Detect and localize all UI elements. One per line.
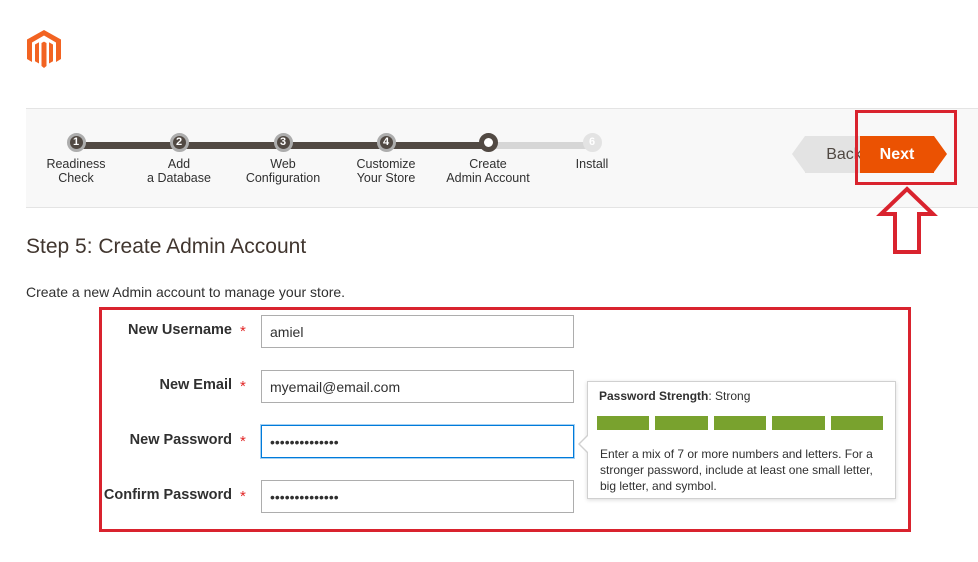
strength-segment xyxy=(830,416,884,430)
strength-segment xyxy=(597,416,650,430)
step-label: Readiness Check xyxy=(46,157,106,185)
password-strength-heading: Password Strength: Strong xyxy=(599,389,750,403)
next-button-highlight xyxy=(855,110,957,185)
step-marker: 4 xyxy=(376,133,396,152)
step-label: Install xyxy=(575,157,609,171)
step-create-admin-account: Create Admin Account xyxy=(428,133,548,185)
password-strength-meter xyxy=(597,416,884,430)
username-input[interactable] xyxy=(261,315,574,348)
confirm-password-input[interactable] xyxy=(261,480,574,513)
step-add-database: 2 Add a Database xyxy=(119,133,239,185)
step-label: Create Admin Account xyxy=(446,157,530,185)
up-arrow-annotation-icon xyxy=(876,186,938,254)
step-readiness-check: 1 Readiness Check xyxy=(16,133,136,185)
step-marker: 6 xyxy=(582,133,602,152)
email-row: New Email * xyxy=(100,370,580,404)
required-marker: * xyxy=(240,323,246,340)
strength-segment xyxy=(655,416,708,430)
confirm-password-row: Confirm Password * xyxy=(100,480,580,514)
step-label: Web Configuration xyxy=(245,157,321,185)
password-row: New Password * xyxy=(100,425,580,459)
step-marker-current xyxy=(478,133,498,152)
password-strength-label: Password Strength xyxy=(599,389,709,403)
strength-segment xyxy=(772,416,825,430)
step-install: 6 Install xyxy=(532,133,652,171)
required-marker: * xyxy=(240,378,246,395)
email-input[interactable] xyxy=(261,370,574,403)
step-marker: 1 xyxy=(66,133,86,152)
required-marker: * xyxy=(240,433,246,450)
step-marker: 2 xyxy=(169,133,189,152)
magento-logo-icon xyxy=(27,30,61,68)
email-label: New Email xyxy=(159,377,232,393)
password-strength-value: : Strong xyxy=(708,389,751,403)
password-strength-tooltip: Password Strength: Strong Enter a mix of… xyxy=(578,381,896,499)
password-help-text: Enter a mix of 7 or more numbers and let… xyxy=(600,447,873,493)
username-row: New Username * xyxy=(100,315,580,349)
required-marker: * xyxy=(240,488,246,505)
strength-segment xyxy=(713,416,767,430)
confirm-password-label: Confirm Password xyxy=(103,487,232,503)
username-label: New Username xyxy=(128,322,232,338)
password-label: New Password xyxy=(129,432,232,448)
password-input[interactable] xyxy=(261,425,574,458)
page-title: Step 5: Create Admin Account xyxy=(26,235,307,258)
step-web-configuration: 3 Web Configuration xyxy=(223,133,343,185)
page-intro: Create a new Admin account to manage you… xyxy=(26,284,346,300)
setup-progress-bar: 1 Readiness Check 2 Add a Database 3 Web… xyxy=(26,108,978,208)
step-marker: 3 xyxy=(273,133,293,152)
step-label: Add a Database xyxy=(147,157,211,185)
